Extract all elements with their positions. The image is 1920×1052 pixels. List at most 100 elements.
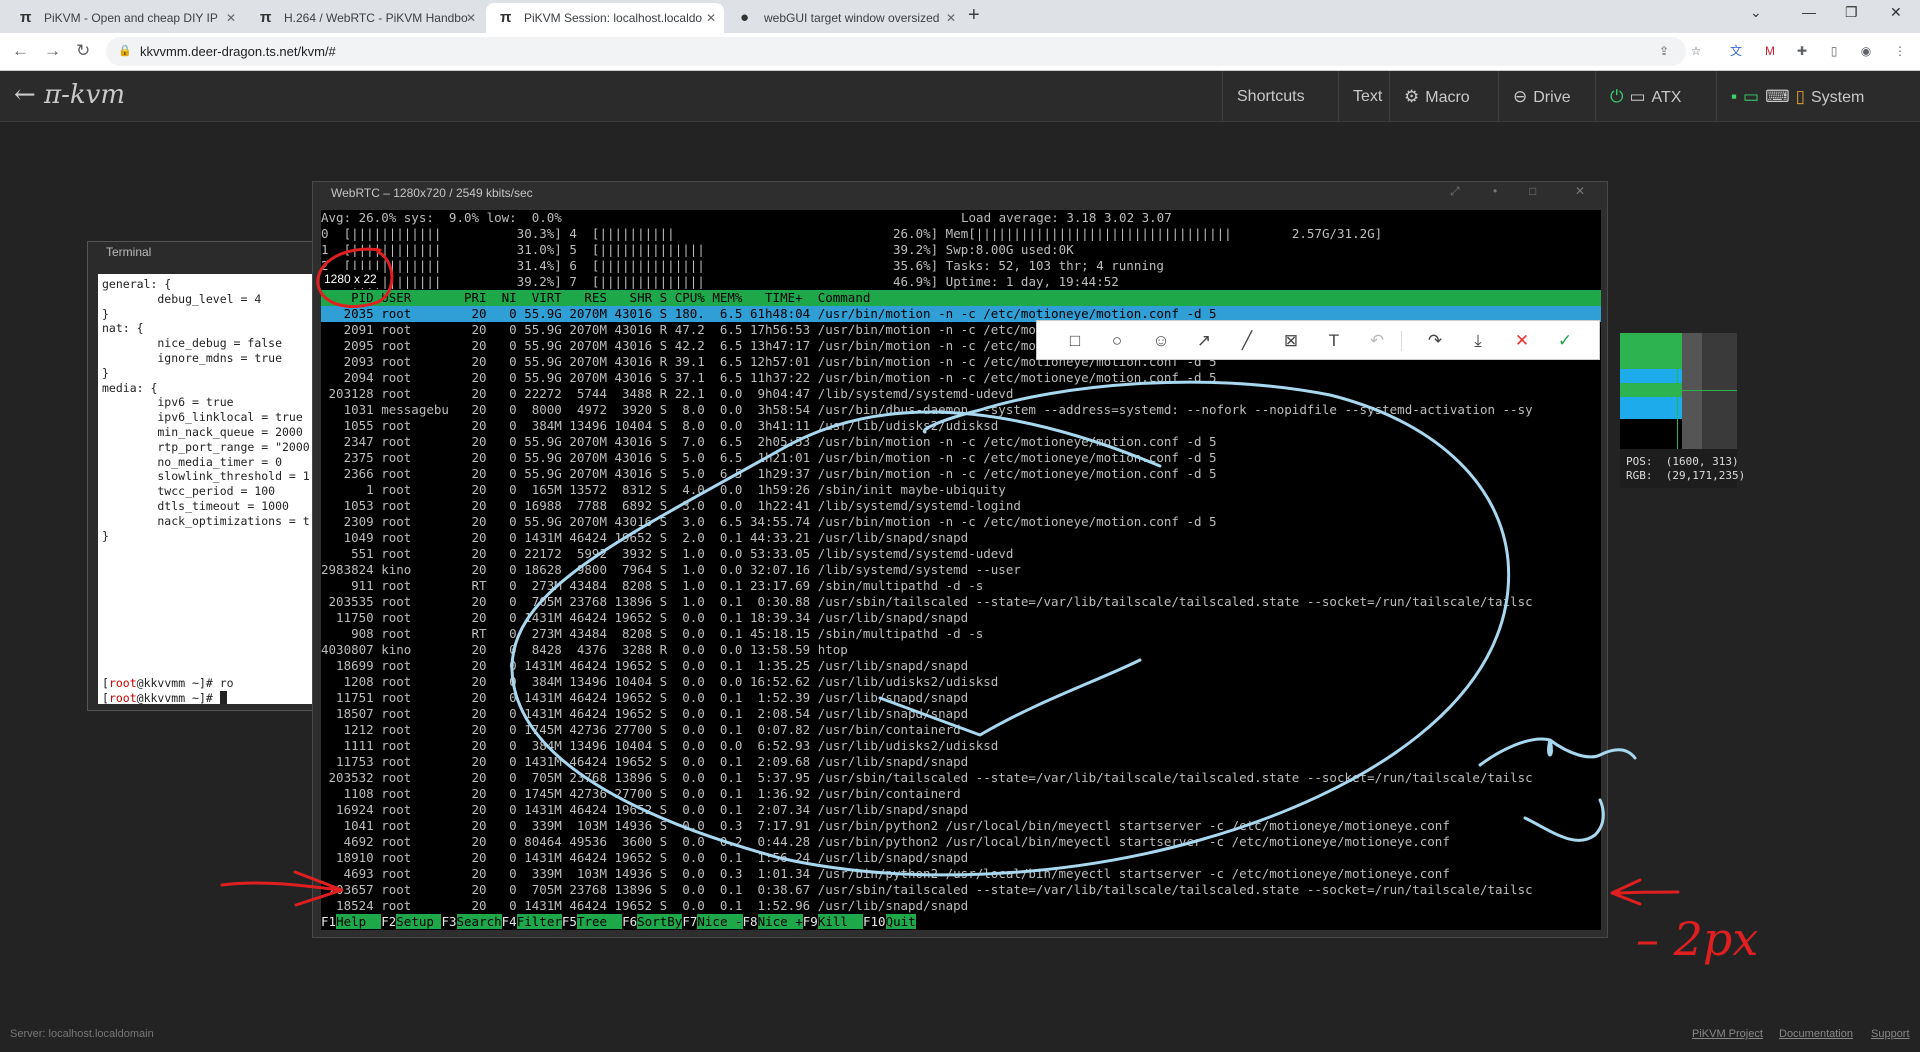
terminal-line: twcc_period = 100 xyxy=(102,484,276,499)
htop-meter-right: 26.0%] Mem[|||||||||||||||||||||||||||||… xyxy=(893,226,1383,241)
share-icon[interactable]: ⇪ xyxy=(1656,43,1672,59)
hdd-icon: ▭ xyxy=(1629,87,1646,106)
back-icon[interactable]: ← xyxy=(12,41,29,61)
browser-tab[interactable]: ● webGUI target window oversized ✕ xyxy=(726,3,964,33)
fkey-label[interactable]: Help xyxy=(336,914,382,929)
share-icon[interactable]: ↷ xyxy=(1423,329,1447,353)
confirm-icon[interactable]: ✓ xyxy=(1553,329,1577,353)
forward-icon[interactable]: → xyxy=(44,41,61,61)
terminal-line: } xyxy=(102,306,109,321)
pikvm-logo[interactable]: ← π-kvm xyxy=(14,80,125,110)
fkey-key[interactable]: F1 xyxy=(321,914,336,929)
close-icon[interactable]: ✕ xyxy=(466,3,476,33)
fkey-label[interactable]: SortBy xyxy=(637,914,683,929)
address-bar[interactable]: 🔒 kkvvmm.deer-dragon.ts.net/kvm/# xyxy=(106,37,1686,66)
text-icon[interactable]: T xyxy=(1322,329,1346,353)
menu-text[interactable]: Text xyxy=(1338,71,1396,122)
link-pikvm-project[interactable]: PiKVM Project xyxy=(1692,1028,1763,1040)
mail-extension-icon[interactable]: M xyxy=(1762,43,1778,59)
fkey-label[interactable]: Nice - xyxy=(697,914,743,929)
github-icon: ● xyxy=(740,9,750,26)
fkey-key[interactable]: F9 xyxy=(803,914,818,929)
close-window-icon[interactable]: ✕ xyxy=(1890,4,1902,21)
undo-icon[interactable]: ↶ xyxy=(1365,329,1389,353)
fkey-key[interactable]: F10 xyxy=(863,914,886,929)
fkey-label[interactable]: Filter xyxy=(516,914,562,929)
blur-icon[interactable]: ⊠ xyxy=(1279,329,1303,353)
link-documentation[interactable]: Documentation xyxy=(1779,1028,1853,1040)
tab-title: PiKVM Session: localhost.localdo xyxy=(524,11,703,25)
fkey-key[interactable]: F4 xyxy=(502,914,517,929)
terminal-output[interactable]: general: { debug_level = 4} nat: { nice_d… xyxy=(98,274,314,704)
terminal-line: slowlink_threshold = 1 xyxy=(102,469,310,484)
extensions-icon[interactable]: ✚ xyxy=(1794,43,1810,59)
close-icon[interactable]: ✕ xyxy=(946,3,956,33)
reload-icon[interactable]: ↻ xyxy=(76,41,90,61)
sidepanel-icon[interactable]: ▯ xyxy=(1826,43,1842,59)
maximize-icon[interactable]: □ xyxy=(1529,184,1536,198)
minimize-icon[interactable]: — xyxy=(1802,4,1816,20)
htop-meter-right: 46.9%] Uptime: 1 day, 19:44:52 xyxy=(893,274,1119,289)
emoji-icon[interactable]: ☺ xyxy=(1149,329,1173,353)
fkey-label[interactable]: Kill xyxy=(817,914,863,929)
arrow-icon[interactable]: ↗ xyxy=(1192,329,1216,353)
close-icon[interactable]: ✕ xyxy=(1575,184,1585,198)
prompt-host: kkvvmm xyxy=(143,676,186,691)
fkey-label[interactable]: Search xyxy=(456,914,502,929)
download-icon[interactable]: ⤓ xyxy=(1466,329,1490,353)
webrtc-window[interactable]: WebRTC – 1280x720 / 2549 kbits/sec ⤢ • □… xyxy=(312,181,1608,938)
fkey-key[interactable]: F3 xyxy=(441,914,456,929)
terminal-line: } xyxy=(102,528,109,543)
htop-process-row: 1041 root 20 0 339M 103M 14936 S 0.0 0.3… xyxy=(321,818,1450,833)
fkey-key[interactable]: F7 xyxy=(682,914,697,929)
close-icon[interactable]: ✕ xyxy=(706,3,716,33)
close-icon[interactable]: ✕ xyxy=(226,3,236,33)
fkey-label[interactable]: Quit xyxy=(885,914,916,929)
menu-macro[interactable]: ⚙ Macro xyxy=(1389,71,1484,122)
browser-toolbar: ← → ↻ 🔒 kkvvmm.deer-dragon.ts.net/kvm/# … xyxy=(0,33,1920,71)
pi-icon: π xyxy=(20,9,32,26)
htop-process-row: 203657 root 20 0 705M 23768 13896 S 0.0 … xyxy=(321,882,1533,897)
circle-icon[interactable]: ○ xyxy=(1105,329,1129,353)
htop-process-row: 4693 root 20 0 339M 103M 14936 S 0.0 0.3… xyxy=(321,866,1450,881)
fullscreen-icon[interactable]: ⤢ xyxy=(1450,184,1460,199)
htop-meter-right: Load average: 3.18 3.02 3.07 xyxy=(961,210,1172,225)
line-icon[interactable]: ╱ xyxy=(1235,329,1259,353)
crosshair xyxy=(1620,390,1737,391)
menu-drive[interactable]: ⊖ Drive xyxy=(1498,71,1585,122)
terminal-cursor: _ xyxy=(219,690,227,704)
bookmark-star-icon[interactable]: ☆ xyxy=(1688,43,1704,59)
fkey-label[interactable]: Nice + xyxy=(757,914,803,929)
browser-tab[interactable]: π H.264 / WebRTC - PiKVM Handbo ✕ xyxy=(246,3,484,33)
browser-tab-active[interactable]: π PiKVM Session: localhost.localdo ✕ xyxy=(486,3,724,33)
rectangle-icon[interactable]: □ xyxy=(1063,329,1087,353)
terminal-window[interactable]: Terminal general: { debug_level = 4} nat:… xyxy=(87,241,316,711)
lock-icon: 🔒 xyxy=(118,45,132,57)
menu-atx[interactable]: ⏻ ▭ ATX xyxy=(1595,71,1695,122)
cancel-icon[interactable]: ✕ xyxy=(1510,329,1534,353)
fkey-key[interactable]: F8 xyxy=(743,914,758,929)
fkey-key[interactable]: F6 xyxy=(622,914,637,929)
menu-shortcuts[interactable]: Shortcuts xyxy=(1222,71,1319,122)
fkey-key[interactable]: F2 xyxy=(381,914,396,929)
annotation-toolbar: □ ○ ☺ ↗ ╱ ⊠ T ↶ ↷ ⤓ ✕ ✓ xyxy=(1036,320,1600,360)
terminal-prompt: [root@kkvvmm ~]# ro xyxy=(102,676,234,691)
restore-icon[interactable]: ❐ xyxy=(1845,4,1858,21)
htop-process-row: 551 root 20 0 22172 5992 3932 S 1.0 0.0 … xyxy=(321,546,1014,561)
pin-icon[interactable]: • xyxy=(1493,184,1497,198)
menu-kebab-icon[interactable]: ⋮ xyxy=(1892,43,1908,59)
menu-system[interactable]: ▪ ▭ ⌨ ▯ System xyxy=(1716,71,1878,122)
fkey-label[interactable]: Tree xyxy=(576,914,623,929)
server-label: Server: localhost.localdomain xyxy=(10,1028,154,1040)
remote-screen[interactable]: Avg: 26.0% sys: 9.0% low: 0.0% Load avera… xyxy=(321,210,1601,930)
tab-search-icon[interactable]: ⌄ xyxy=(1750,4,1762,21)
fkey-label[interactable]: Setup xyxy=(396,914,442,929)
swatch xyxy=(1620,419,1682,449)
translate-extension-icon[interactable]: 文 xyxy=(1728,43,1744,59)
htop-process-row: 908 root RT 0 273M 43484 8208 S 0.0 0.1 … xyxy=(321,626,984,641)
browser-tab[interactable]: π PiKVM - Open and cheap DIY IP ✕ xyxy=(6,3,244,33)
profile-avatar-icon[interactable]: ◉ xyxy=(1858,43,1874,59)
fkey-key[interactable]: F5 xyxy=(562,914,577,929)
link-support[interactable]: Support xyxy=(1871,1028,1910,1040)
new-tab-button[interactable]: + xyxy=(968,4,980,27)
